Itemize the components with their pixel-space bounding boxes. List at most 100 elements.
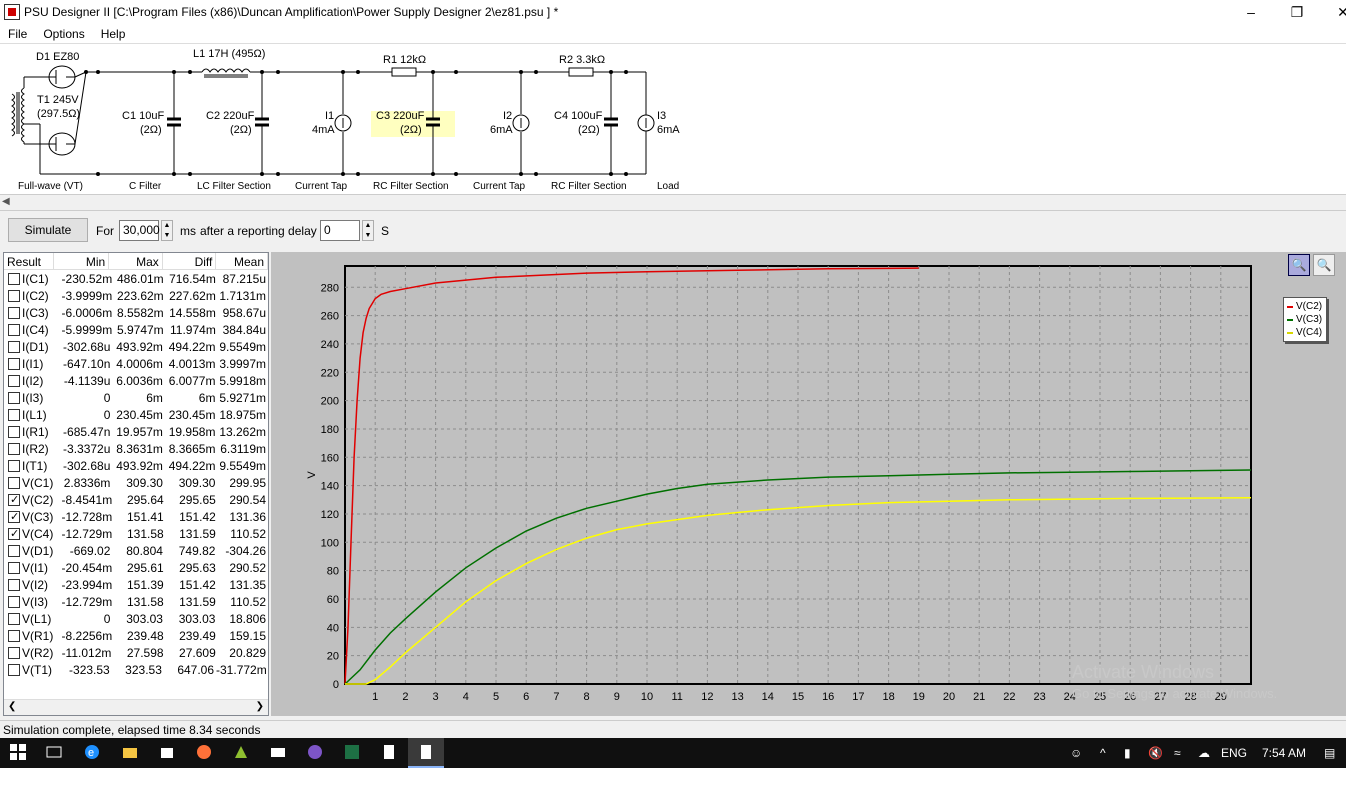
table-row[interactable]: V(I1) -20.454m 295.61 295.63 290.52 bbox=[4, 559, 268, 576]
edge-browser-icon[interactable]: e bbox=[84, 744, 100, 760]
chart-panel[interactable]: 1 2 3 4 5 6 7 8 9 10 11 12 13 14 15 16 17 18 19 20 21 22 23 24 2… bbox=[271, 252, 1346, 716]
result-checkbox[interactable] bbox=[8, 493, 20, 506]
result-checkbox[interactable] bbox=[8, 578, 20, 591]
column-max[interactable]: Max bbox=[109, 253, 163, 269]
result-checkbox[interactable] bbox=[8, 544, 20, 557]
results-scrollbar[interactable]: ❮ ❯ bbox=[4, 699, 268, 715]
schematic-scrollbar[interactable]: ◀ bbox=[0, 194, 1346, 208]
close-button[interactable]: ✕ bbox=[1320, 0, 1346, 24]
delay-input[interactable]: 0 bbox=[320, 220, 360, 241]
task-view-icon[interactable] bbox=[46, 744, 62, 760]
volume-muted-icon[interactable]: 🔇 bbox=[1148, 746, 1163, 760]
section-rc-filter-1[interactable]: RC Filter Section bbox=[373, 181, 449, 192]
result-checkbox[interactable] bbox=[8, 442, 20, 455]
table-row[interactable]: V(I2) -23.994m 151.39 151.42 131.35 bbox=[4, 576, 268, 593]
table-row[interactable]: V(I3) -12.729m 131.58 131.59 110.52 bbox=[4, 593, 268, 610]
table-row[interactable]: V(R2) -11.012m 27.598 27.609 20.829 bbox=[4, 644, 268, 661]
file-explorer-icon[interactable] bbox=[122, 744, 138, 760]
duration-input[interactable]: 30,000 bbox=[119, 220, 160, 241]
result-checkbox[interactable] bbox=[8, 425, 20, 438]
table-row[interactable]: V(D1) -669.02 80.804 749.82 -304.26 bbox=[4, 542, 268, 559]
voltage-chart[interactable]: 1 2 3 4 5 6 7 8 9 10 11 12 13 14 15 16 17 18 19 20 21 22 23 24 2… bbox=[271, 252, 1346, 716]
result-checkbox[interactable] bbox=[8, 391, 20, 404]
result-checkbox[interactable] bbox=[8, 340, 20, 353]
scroll-left-arrow-icon[interactable]: ◀ bbox=[2, 196, 10, 207]
table-row[interactable]: V(C3) -12.728m 151.41 151.42 131.36 bbox=[4, 508, 268, 525]
table-row[interactable]: V(C4) -12.729m 131.58 131.59 110.52 bbox=[4, 525, 268, 542]
simulate-button[interactable]: Simulate bbox=[8, 218, 88, 242]
result-checkbox[interactable] bbox=[8, 289, 20, 302]
result-checkbox[interactable] bbox=[8, 323, 20, 336]
table-row[interactable]: I(T1) -302.68u 493.92m 494.22m 9.5549m bbox=[4, 457, 268, 474]
result-checkbox[interactable] bbox=[8, 272, 20, 285]
table-row[interactable]: I(R2) -3.3372u 8.3631m 8.3665m 6.3119m bbox=[4, 440, 268, 457]
table-row[interactable]: I(C2) -3.9999m 223.62m 227.62m 1.7131m bbox=[4, 287, 268, 304]
table-row[interactable]: I(C4) -5.9999m 5.9747m 11.974m 384.84u bbox=[4, 321, 268, 338]
minimize-button[interactable]: – bbox=[1228, 0, 1274, 24]
menu-options[interactable]: Options bbox=[35, 27, 92, 41]
section-lc-filter[interactable]: LC Filter Section bbox=[197, 181, 271, 192]
section-current-tap-2[interactable]: Current Tap bbox=[473, 181, 525, 192]
result-checkbox[interactable] bbox=[8, 306, 20, 319]
result-checkbox[interactable] bbox=[8, 612, 20, 625]
table-row[interactable]: V(R1) -8.2256m 239.48 239.49 159.15 bbox=[4, 627, 268, 644]
table-row[interactable]: V(T1) -323.53 323.53 647.06 -31.772m bbox=[4, 661, 268, 678]
notifications-icon[interactable]: ▤ bbox=[1324, 746, 1335, 760]
table-row[interactable]: I(I3) 0 6m 6m 5.9271m bbox=[4, 389, 268, 406]
result-checkbox[interactable] bbox=[8, 527, 20, 540]
table-row[interactable]: V(L1) 0 303.03 303.03 18.806 bbox=[4, 610, 268, 627]
section-c-filter[interactable]: C Filter bbox=[129, 181, 161, 192]
section-load[interactable]: Load bbox=[657, 181, 679, 192]
result-checkbox[interactable] bbox=[8, 476, 20, 489]
column-mean[interactable]: Mean bbox=[216, 253, 268, 269]
wifi-icon[interactable]: ≈ bbox=[1174, 746, 1181, 760]
calculator-icon[interactable] bbox=[381, 744, 397, 760]
result-checkbox[interactable] bbox=[8, 459, 20, 472]
section-current-tap-1[interactable]: Current Tap bbox=[295, 181, 347, 192]
mail-icon[interactable] bbox=[270, 744, 286, 760]
menu-file[interactable]: File bbox=[0, 27, 35, 41]
table-row[interactable]: I(D1) -302.68u 493.92m 494.22m 9.5549m bbox=[4, 338, 268, 355]
result-checkbox[interactable] bbox=[8, 646, 20, 659]
schematic-canvas[interactable]: D1 EZ80 T1 245V (297.5Ω) L1 17H (495Ω) R… bbox=[0, 44, 1346, 194]
scroll-left-icon[interactable]: ❮ bbox=[8, 701, 16, 712]
viber-icon[interactable] bbox=[307, 744, 323, 760]
column-result[interactable]: Result bbox=[4, 253, 54, 269]
clock[interactable]: 7:54 AM bbox=[1262, 746, 1306, 760]
zoom-in-icon[interactable]: 🔍 bbox=[1288, 254, 1310, 276]
result-checkbox[interactable] bbox=[8, 663, 20, 676]
app-green-icon[interactable] bbox=[233, 744, 249, 760]
result-checkbox[interactable] bbox=[8, 374, 20, 387]
table-row[interactable]: V(C1) 2.8336m 309.30 309.30 299.95 bbox=[4, 474, 268, 491]
result-checkbox[interactable] bbox=[8, 561, 20, 574]
table-row[interactable]: I(C3) -6.0006m 8.5582m 14.558m 958.67u bbox=[4, 304, 268, 321]
table-row[interactable]: V(C2) -8.4541m 295.64 295.65 290.54 bbox=[4, 491, 268, 508]
battery-icon[interactable]: ▮ bbox=[1124, 746, 1131, 760]
table-row[interactable]: I(R1) -685.47n 19.957m 19.958m 13.262m bbox=[4, 423, 268, 440]
result-checkbox[interactable] bbox=[8, 408, 20, 421]
people-icon[interactable]: ☺ bbox=[1070, 746, 1082, 760]
store-icon[interactable] bbox=[159, 744, 175, 760]
result-checkbox[interactable] bbox=[8, 510, 20, 523]
restore-button[interactable]: ❐ bbox=[1274, 0, 1320, 24]
section-fullwave[interactable]: Full-wave (VT) bbox=[18, 181, 83, 192]
cloud-icon[interactable]: ☁ bbox=[1198, 746, 1210, 760]
excel-icon[interactable] bbox=[344, 744, 360, 760]
menu-help[interactable]: Help bbox=[93, 27, 134, 41]
result-checkbox[interactable] bbox=[8, 357, 20, 370]
table-row[interactable]: I(C1) -230.52m 486.01m 716.54m 87.215u bbox=[4, 270, 268, 287]
delay-spinner[interactable]: ▲ ▼ bbox=[362, 220, 374, 241]
firefox-icon[interactable] bbox=[196, 744, 212, 760]
psu-designer-taskbar-button[interactable] bbox=[408, 738, 444, 768]
duration-spinner[interactable]: ▲ ▼ bbox=[161, 220, 173, 241]
windows-start-icon[interactable] bbox=[10, 744, 26, 760]
section-rc-filter-2[interactable]: RC Filter Section bbox=[551, 181, 627, 192]
zoom-out-icon[interactable]: 🔍 bbox=[1313, 254, 1335, 276]
table-row[interactable]: I(I2) -4.1139u 6.0036m 6.0077m 5.9918m bbox=[4, 372, 268, 389]
language-indicator[interactable]: ENG bbox=[1221, 746, 1247, 760]
result-checkbox[interactable] bbox=[8, 595, 20, 608]
column-diff[interactable]: Diff bbox=[163, 253, 217, 269]
scroll-right-icon[interactable]: ❯ bbox=[256, 701, 264, 712]
table-row[interactable]: I(L1) 0 230.45m 230.45m 18.975m bbox=[4, 406, 268, 423]
result-checkbox[interactable] bbox=[8, 629, 20, 642]
